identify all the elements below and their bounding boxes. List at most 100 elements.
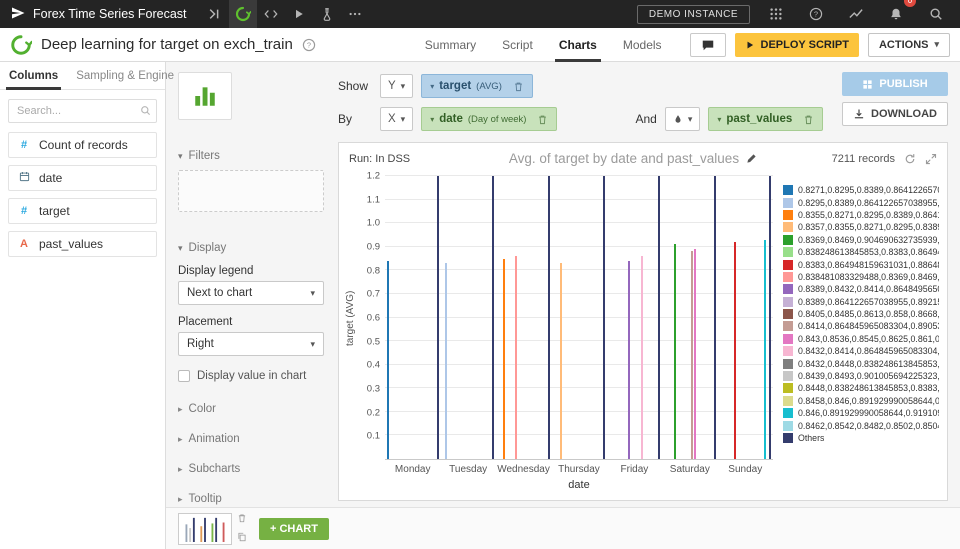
search-icon[interactable] (922, 0, 950, 28)
bar[interactable] (658, 176, 661, 459)
actions-button[interactable]: ACTIONS ▾ (867, 32, 950, 57)
jobs-play-icon[interactable] (285, 0, 313, 28)
help-icon[interactable] (802, 0, 830, 28)
trash-icon[interactable] (537, 114, 548, 125)
run-engine-label: Run: In DSS (349, 152, 411, 165)
flow-icon[interactable] (201, 0, 229, 28)
top-nav-right: DEMO INSTANCE 0 (636, 0, 950, 28)
bar[interactable] (492, 176, 495, 459)
edit-title-pencil-icon[interactable] (746, 153, 757, 164)
bar[interactable] (769, 176, 772, 459)
legend-item[interactable]: 0.846,0.891929990058644,0.919109... (783, 407, 939, 419)
download-button[interactable]: DOWNLOAD (842, 102, 948, 126)
deploy-script-button[interactable]: DEPLOY SCRIPT (734, 32, 859, 57)
refresh-icon[interactable] (904, 153, 916, 165)
column-item-past-values[interactable]: Apast_values (8, 231, 157, 257)
publish-button[interactable]: PUBLISH (842, 72, 948, 96)
column-item-target[interactable]: # target (8, 198, 157, 224)
legend-item[interactable]: 0.8369,0.8469,0.904690632735939,0... (783, 234, 939, 246)
x-axis-select[interactable]: X ▾ (380, 107, 414, 131)
display-section-header[interactable]: ▾ Display (178, 242, 324, 254)
legend-item[interactable]: 0.8448,0.838248613845853,0.8383,0... (783, 382, 939, 394)
x-tick-label: Monday (394, 464, 431, 475)
recipe-swirl-icon[interactable] (228, 0, 257, 28)
bar[interactable] (602, 176, 605, 459)
column-item-date[interactable]: date (8, 165, 157, 191)
code-notebooks-icon[interactable] (257, 0, 285, 28)
trash-icon[interactable] (803, 114, 814, 125)
demo-instance-button[interactable]: DEMO INSTANCE (636, 4, 750, 24)
legend-item[interactable]: 0.8355,0.8271,0.8295,0.8389,0.86412... (783, 209, 939, 221)
apps-waffle-icon[interactable] (762, 0, 790, 28)
legend-item[interactable]: 0.838248613845853,0.8383,0.864948... (783, 246, 939, 258)
trash-icon[interactable] (513, 81, 524, 92)
bar[interactable] (547, 176, 550, 459)
add-chart-button[interactable]: + CHART (259, 517, 329, 540)
y-measure-chip[interactable]: ▾ target (AVG) (421, 74, 533, 98)
legend-item[interactable]: 0.8432,0.8414,0.864845965083304,0... (783, 345, 939, 357)
display-legend-select[interactable]: Next to chart ▾ (178, 281, 324, 305)
duplicate-icon[interactable] (237, 531, 247, 545)
filters-section-header[interactable]: ▾ Filters (178, 150, 324, 162)
section-subcharts[interactable]: ▸ Subcharts (178, 454, 324, 484)
tab-models[interactable]: Models (610, 28, 675, 62)
project-name[interactable]: Forex Time Series Forecast (33, 7, 187, 21)
color-dimension-select[interactable]: ▾ (664, 107, 701, 131)
recipe-info-icon[interactable] (302, 38, 316, 52)
column-name: past_values (39, 237, 104, 251)
section-animation[interactable]: ▸ Animation (178, 424, 324, 454)
sidebar-tab-columns[interactable]: Columns (0, 62, 67, 90)
legend-item[interactable]: 0.8405,0.8485,0.8613,0.858,0.8668,0... (783, 308, 939, 320)
search-input[interactable] (8, 99, 157, 123)
chevron-down-icon: ▾ (310, 287, 315, 298)
trash-icon[interactable] (237, 512, 247, 526)
legend-item[interactable]: 0.843,0.8536,0.8545,0.8625,0.861,0.9... (783, 333, 939, 345)
section-label: Tooltip (188, 493, 222, 505)
discussions-button[interactable] (689, 32, 726, 57)
content-area: ColumnsSampling & Engine # Count of recor… (0, 62, 960, 549)
legend-label: 0.8389,0.864122657038955,0.892154... (798, 296, 939, 307)
legend-item[interactable]: Others (783, 432, 939, 444)
legend-item[interactable]: 0.8389,0.864122657038955,0.892154... (783, 296, 939, 308)
legend-item[interactable]: 0.8295,0.8389,0.864122657038955,0... (783, 196, 939, 208)
y-axis-select[interactable]: Y ▾ (380, 74, 414, 98)
more-icon[interactable] (341, 0, 369, 28)
legend-item[interactable]: 0.8389,0.8432,0.8414,0.86484956508... (783, 283, 939, 295)
chart-thumbnail[interactable] (178, 512, 232, 545)
legend-item[interactable]: 0.838481083329488,0.8369,0.8469,... (783, 271, 939, 283)
legend-item[interactable]: 0.8271,0.8295,0.8389,0.86412265703... (783, 184, 939, 196)
legend-item[interactable]: 0.8357,0.8355,0.8271,0.8295,0.8389,0... (783, 221, 939, 233)
x-dimension-chip[interactable]: ▾ date (Day of week) (421, 107, 558, 131)
legend-item[interactable]: 0.8439,0.8493,0.901005694225323,0... (783, 370, 939, 382)
legend-item[interactable]: 0.8383,0.864948159631031,0.886488... (783, 258, 939, 270)
expand-icon[interactable] (925, 153, 937, 165)
legend-item[interactable]: 0.8458,0.846,0.891929990058644,0.9... (783, 395, 939, 407)
sidebar-tab-sampling-engine[interactable]: Sampling & Engine (67, 62, 183, 89)
legend-item[interactable]: 0.8432,0.8448,0.838248613845853,0... (783, 357, 939, 369)
lab-flask-icon[interactable] (313, 0, 341, 28)
bar[interactable] (713, 176, 716, 459)
monitoring-trend-icon[interactable] (842, 0, 870, 28)
color-dimension-chip[interactable]: ▾ past_values (708, 107, 824, 131)
tab-charts[interactable]: Charts (546, 28, 610, 62)
column-item-count-of-records[interactable]: # Count of records (8, 132, 157, 158)
bar-slot (658, 176, 661, 459)
legend-label: 0.8389,0.8432,0.8414,0.86484956508... (798, 284, 939, 295)
legend-label: 0.8448,0.838248613845853,0.8383,0... (798, 383, 939, 394)
legend-item[interactable]: 0.8462,0.8542,0.8482,0.8502,0.8504,0... (783, 419, 939, 431)
section-color[interactable]: ▸ Color (178, 394, 324, 424)
placement-select[interactable]: Right ▾ (178, 332, 324, 356)
x-axis-title: date (568, 479, 590, 491)
chart-type-picker[interactable] (178, 72, 232, 120)
tab-script[interactable]: Script (489, 28, 546, 62)
tab-summary[interactable]: Summary (412, 28, 489, 62)
display-value-checkbox[interactable] (178, 370, 190, 382)
home-link[interactable]: Forex Time Series Forecast (10, 5, 187, 24)
bar[interactable] (436, 176, 439, 459)
legend-item[interactable]: 0.8414,0.864845965083304,0.890530... (783, 320, 939, 332)
bar-group-friday (607, 176, 662, 459)
filters-dropzone[interactable] (178, 170, 324, 212)
notifications-bell-icon[interactable]: 0 (882, 0, 916, 28)
display-value-checkbox-row[interactable]: Display value in chart (178, 370, 324, 382)
thumbnail-actions (237, 512, 247, 545)
